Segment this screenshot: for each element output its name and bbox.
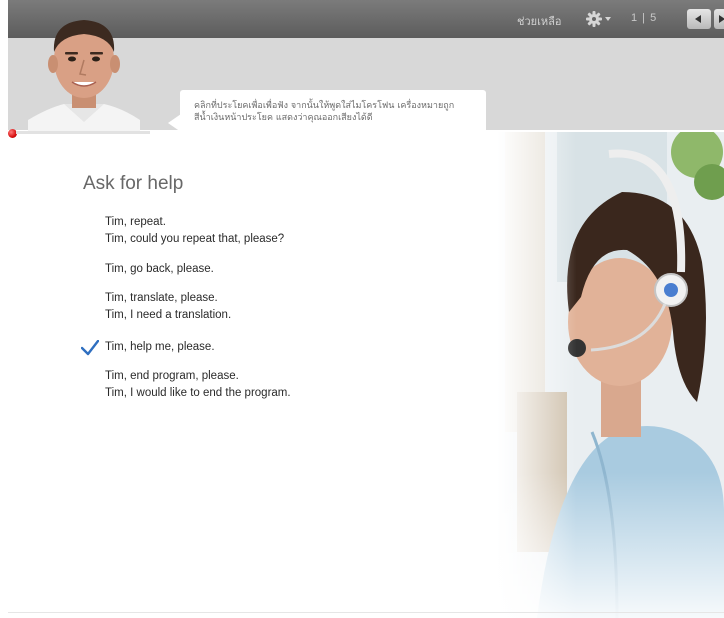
tutor-avatar[interactable] xyxy=(28,8,140,132)
status-bar xyxy=(16,131,150,134)
settings-button[interactable] xyxy=(584,9,614,29)
phrase-group-help: Tim, help me, please. xyxy=(81,339,405,356)
phrase-group-end-program: Tim, end program, please. Tim, I would l… xyxy=(105,368,405,402)
triangle-left-icon xyxy=(695,15,701,23)
next-button[interactable] xyxy=(714,9,724,29)
instruction-text: คลิกที่ประโยคเพื่อเพื่อฟัง จากนั้นให้พูด… xyxy=(194,101,455,123)
headset-user-photo xyxy=(497,132,724,618)
page-indicator: 1 | 5 xyxy=(631,12,658,24)
phrase-item[interactable]: Tim, help me, please. xyxy=(105,339,405,356)
bottom-divider xyxy=(8,612,724,613)
previous-button[interactable] xyxy=(687,9,711,29)
triangle-right-icon xyxy=(719,15,724,23)
page-title: Ask for help xyxy=(83,173,184,194)
headset-woman-illustration xyxy=(497,132,724,618)
phrase-item[interactable]: Tim, I need a translation. xyxy=(105,307,405,324)
speech-bubble: คลิกที่ประโยคเพื่อเพื่อฟัง จากนั้นให้พูด… xyxy=(180,90,486,156)
gear-icon xyxy=(586,11,611,27)
help-link[interactable]: ช่วยเหลือ xyxy=(517,12,561,30)
phrase-item[interactable]: Tim, translate, please. xyxy=(105,290,405,307)
phrase-item[interactable]: Tim, end program, please. xyxy=(105,368,405,385)
checkmark-icon xyxy=(81,340,99,356)
phrase-item[interactable]: Tim, repeat. xyxy=(105,214,405,231)
tim-avatar-portrait xyxy=(28,20,140,132)
phrase-item[interactable]: Tim, I would like to end the program. xyxy=(105,385,405,402)
phrase-item[interactable]: Tim, could you repeat that, please? xyxy=(105,231,405,248)
phrase-group-repeat: Tim, repeat. Tim, could you repeat that,… xyxy=(105,214,405,248)
phrase-group-translate: Tim, translate, please. Tim, I need a tr… xyxy=(105,290,405,324)
phrase-item[interactable]: Tim, go back, please. xyxy=(105,261,405,278)
phrase-group-go-back: Tim, go back, please. xyxy=(105,261,405,278)
